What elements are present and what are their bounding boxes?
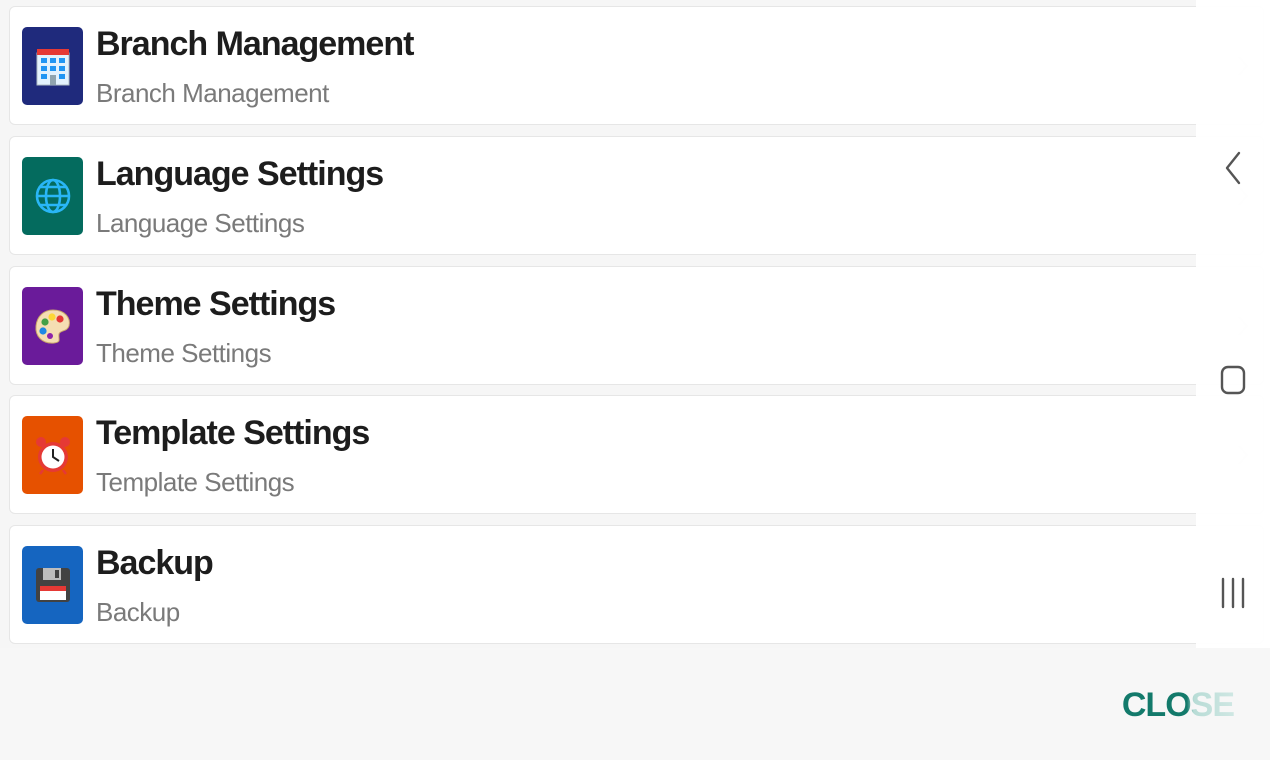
item-subtitle: Theme Settings <box>96 338 272 368</box>
item-title: Branch Management <box>96 25 414 63</box>
home-icon <box>1220 365 1246 395</box>
item-title: Backup <box>96 544 214 582</box>
item-title: Theme Settings <box>96 285 336 323</box>
item-subtitle: Branch Management <box>96 78 329 108</box>
back-button[interactable] <box>1196 148 1270 188</box>
item-title: Template Settings <box>96 414 370 452</box>
list-item-backup[interactable]: Backup Backup <box>9 525 1264 644</box>
palette-icon <box>22 287 83 365</box>
office-building-icon <box>22 27 83 105</box>
floppy-disk-icon <box>22 546 83 624</box>
dialog-footer <box>0 648 1270 760</box>
list-item-template-settings[interactable]: Template Settings Template Settings <box>9 395 1264 514</box>
item-subtitle: Template Settings <box>96 467 295 497</box>
recent-apps-icon <box>1221 577 1245 609</box>
back-icon <box>1225 151 1241 185</box>
list-item-branch-management[interactable]: Branch Management Branch Management <box>9 6 1264 125</box>
home-button[interactable] <box>1196 362 1270 398</box>
system-navigation-bar <box>1196 0 1270 648</box>
recent-apps-button[interactable] <box>1196 575 1270 611</box>
item-subtitle: Language Settings <box>96 208 305 238</box>
list-item-theme-settings[interactable]: Theme Settings Theme Settings <box>9 266 1264 385</box>
globe-icon <box>22 157 83 235</box>
list-item-language-settings[interactable]: Language Settings Language Settings <box>9 136 1264 255</box>
item-subtitle: Backup <box>96 597 180 627</box>
item-title: Language Settings <box>96 155 384 193</box>
alarm-clock-icon <box>22 416 83 494</box>
close-button[interactable]: CLOSE <box>1122 686 1235 725</box>
